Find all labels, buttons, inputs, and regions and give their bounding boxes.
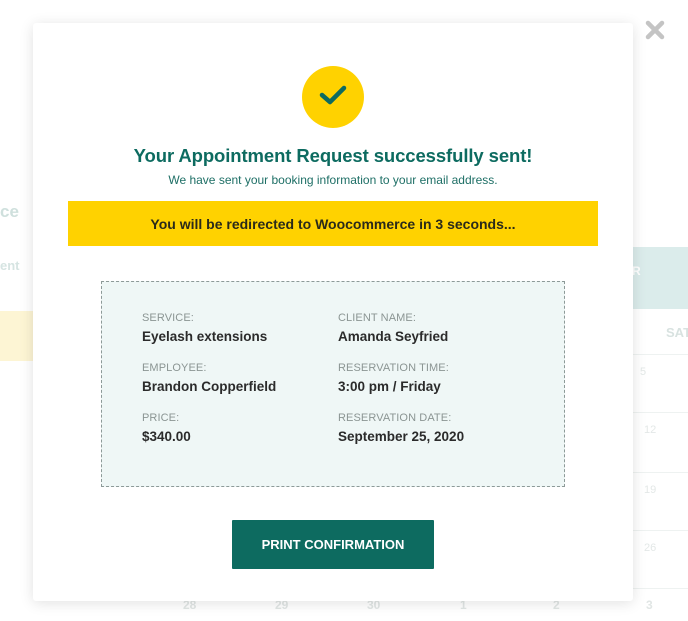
price-field: PRICE: $340.00 bbox=[142, 412, 191, 444]
modal-title: Your Appointment Request successfully se… bbox=[133, 145, 533, 166]
close-icon[interactable] bbox=[644, 19, 666, 41]
reservation-time-value: 3:00 pm / Friday bbox=[338, 379, 441, 394]
employee-label: EMPLOYEE: bbox=[142, 362, 207, 374]
service-value: Eyelash extensions bbox=[142, 329, 268, 344]
reservation-time-field: RESERVATION TIME: 3:00 pm / Friday bbox=[338, 362, 449, 394]
employee-value: Brandon Copperfield bbox=[142, 379, 277, 394]
reservation-date-label: RESERVATION DATE: bbox=[338, 412, 452, 424]
redirect-message: You will be redirected to Woocommerce in… bbox=[150, 215, 516, 232]
bg-calendar-day: 3 bbox=[646, 598, 653, 612]
reservation-date-value: September 25, 2020 bbox=[338, 429, 465, 444]
success-badge bbox=[302, 66, 364, 128]
price-label: PRICE: bbox=[142, 412, 180, 424]
service-field: SERVICE: Eyelash extensions bbox=[142, 312, 267, 344]
check-icon bbox=[319, 84, 347, 111]
price-value: $340.00 bbox=[142, 429, 191, 444]
bg-calendar-day: 5 bbox=[640, 366, 647, 378]
service-label: SERVICE: bbox=[142, 312, 194, 324]
client-value: Amanda Seyfried bbox=[338, 329, 449, 344]
bg-weekday-fragment: SAT bbox=[666, 325, 688, 340]
bg-heading-fragment: ce bbox=[0, 202, 19, 221]
bg-calendar-day: 12 bbox=[644, 424, 657, 436]
employee-field: EMPLOYEE: Brandon Copperfield bbox=[142, 362, 276, 394]
bg-calendar-day: 26 bbox=[644, 542, 657, 554]
client-field: CLIENT NAME: Amanda Seyfried bbox=[338, 312, 448, 344]
bg-label-fragment: ent bbox=[0, 258, 20, 273]
client-label: CLIENT NAME: bbox=[338, 312, 417, 324]
print-confirmation-button[interactable]: PRINT CONFIRMATION bbox=[232, 520, 434, 569]
booking-details: SERVICE: Eyelash extensions EMPLOYEE: Br… bbox=[101, 281, 565, 487]
redirect-notice: You will be redirected to Woocommerce in… bbox=[68, 201, 598, 246]
reservation-time-label: RESERVATION TIME: bbox=[338, 362, 449, 374]
reservation-date-field: RESERVATION DATE: September 25, 2020 bbox=[338, 412, 464, 444]
confirmation-modal: Your Appointment Request successfully se… bbox=[33, 23, 633, 601]
modal-subtitle: We have sent your booking information to… bbox=[168, 173, 498, 187]
bg-calendar-day: 19 bbox=[644, 484, 657, 496]
